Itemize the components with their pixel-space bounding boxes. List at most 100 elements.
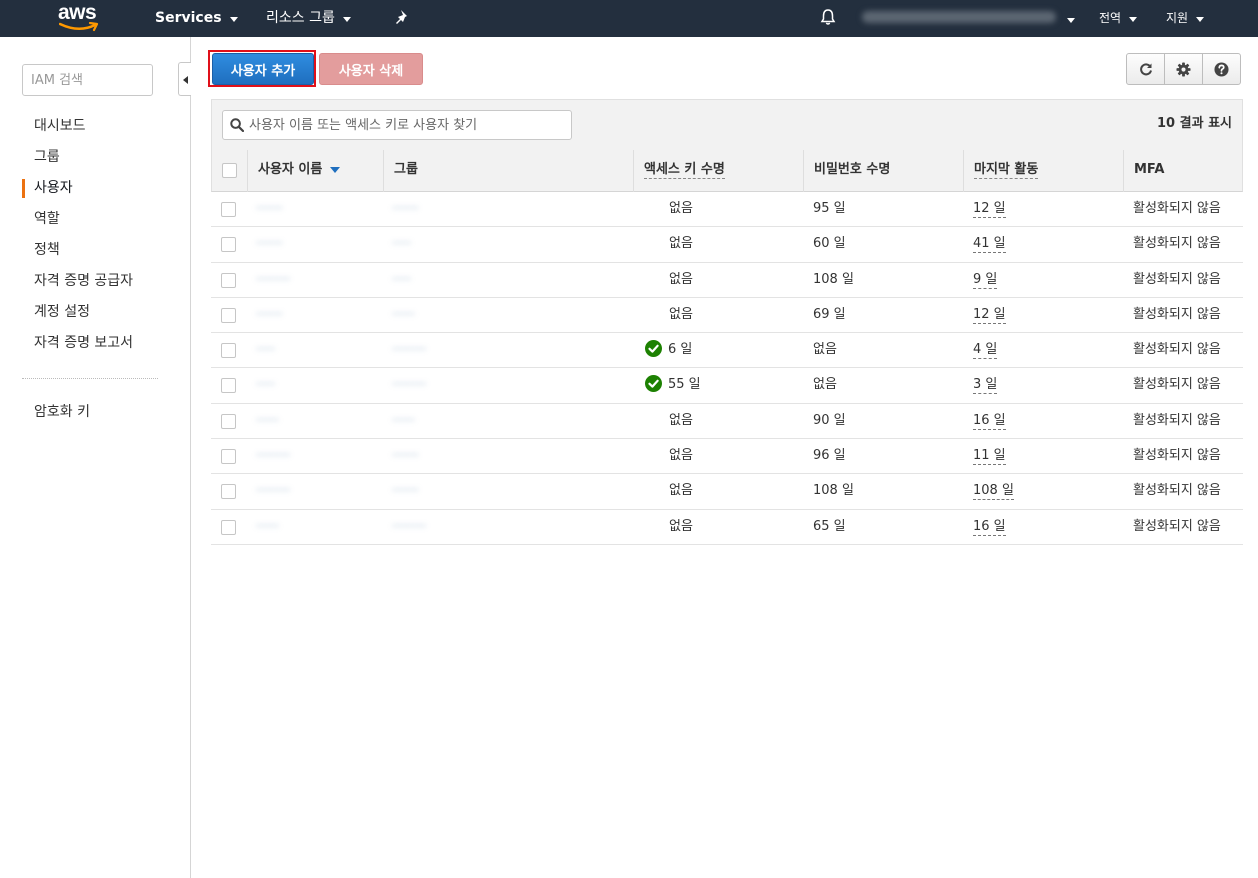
bell-icon[interactable] bbox=[819, 8, 837, 26]
user-search-field[interactable] bbox=[222, 110, 572, 140]
username-cell-redacted[interactable]: ····· bbox=[256, 333, 376, 368]
pin-icon[interactable] bbox=[395, 9, 411, 25]
check-circle-icon bbox=[645, 340, 662, 358]
password-age-cell: 없음 bbox=[813, 333, 953, 368]
table-row[interactable]: ······· ······· 없음 95 일 12 일 활성화되지 않음 bbox=[211, 192, 1243, 228]
check-circle-icon bbox=[645, 375, 662, 393]
delete-user-button[interactable]: 사용자 삭제 bbox=[319, 53, 423, 85]
select-all-checkbox[interactable] bbox=[222, 163, 237, 178]
sidebar-item-users[interactable]: 사용자 bbox=[22, 176, 182, 207]
user-search-input[interactable] bbox=[249, 114, 567, 136]
groups-cell-redacted: ········· bbox=[392, 377, 427, 392]
iam-search-input[interactable] bbox=[22, 64, 153, 96]
last-activity-cell[interactable]: 16 일 bbox=[973, 510, 1113, 545]
filter-bar: 10 결과 표시 bbox=[211, 99, 1243, 151]
sidebar-item-encryption-keys[interactable]: 암호화 키 bbox=[22, 400, 182, 431]
last-activity-cell[interactable]: 9 일 bbox=[973, 263, 1113, 298]
resource-groups-label: 리소스 그룹 bbox=[266, 10, 335, 26]
last-activity-value[interactable]: 9 일 bbox=[973, 272, 998, 289]
password-age-value: 65 일 bbox=[813, 518, 846, 534]
column-header-last-activity[interactable]: 마지막 활동 bbox=[963, 150, 1123, 192]
access-key-age-cell: 없음 bbox=[669, 474, 819, 509]
row-checkbox[interactable] bbox=[221, 237, 236, 253]
last-activity-value[interactable]: 12 일 bbox=[973, 201, 1006, 218]
username-cell-redacted[interactable]: ····· bbox=[256, 368, 376, 403]
username-cell-redacted[interactable]: ······ bbox=[256, 404, 376, 439]
services-menu[interactable]: Services bbox=[155, 0, 238, 37]
help-button[interactable] bbox=[1202, 53, 1241, 85]
table-row[interactable]: ········· ······· 없음 108 일 108 일 활성화되지 않음 bbox=[211, 474, 1243, 510]
region-menu[interactable]: 전역 bbox=[1099, 0, 1138, 37]
settings-button[interactable] bbox=[1164, 53, 1203, 85]
aws-logo[interactable]: aws bbox=[58, 1, 102, 32]
last-activity-value[interactable]: 41 일 bbox=[973, 236, 1006, 254]
last-activity-value[interactable]: 108 일 bbox=[973, 483, 1014, 501]
last-activity-cell[interactable]: 11 일 bbox=[973, 439, 1113, 474]
last-activity-value[interactable]: 11 일 bbox=[973, 448, 1006, 466]
row-checkbox[interactable] bbox=[221, 378, 236, 394]
column-header-access-key-age[interactable]: 액세스 키 수명 bbox=[633, 150, 803, 192]
column-header-password-age[interactable]: 비밀번호 수명 bbox=[803, 150, 963, 192]
table-row[interactable]: ······ ········· 없음 65 일 16 일 활성화되지 않음 bbox=[211, 510, 1243, 545]
sidebar-collapse-toggle[interactable] bbox=[178, 62, 191, 96]
last-activity-cell[interactable]: 12 일 bbox=[973, 298, 1113, 333]
sidebar-item-account-settings[interactable]: 계정 설정 bbox=[22, 300, 182, 331]
last-activity-value[interactable]: 3 일 bbox=[973, 377, 998, 395]
last-activity-value[interactable]: 16 일 bbox=[973, 519, 1006, 536]
sidebar-item-roles[interactable]: 역할 bbox=[22, 207, 182, 238]
username-cell-redacted[interactable]: ······ bbox=[256, 510, 376, 545]
sidebar-item-policies[interactable]: 정책 bbox=[22, 238, 182, 269]
username-cell-redacted[interactable]: ········· bbox=[256, 263, 376, 298]
table-row[interactable]: ······ ······ 없음 90 일 16 일 활성화되지 않음 bbox=[211, 404, 1243, 440]
password-age-value: 96 일 bbox=[813, 448, 846, 464]
access-key-age-cell: 없음 bbox=[669, 298, 819, 333]
username-cell-redacted[interactable]: ········· bbox=[256, 474, 376, 509]
last-activity-cell[interactable]: 3 일 bbox=[973, 368, 1113, 403]
sidebar-item-credential-report[interactable]: 자격 증명 보고서 bbox=[22, 331, 182, 362]
access-key-age-value: 없음 bbox=[669, 236, 693, 252]
last-activity-cell[interactable]: 16 일 bbox=[973, 404, 1113, 439]
column-header-mfa[interactable]: MFA bbox=[1123, 150, 1243, 192]
column-label: 그룹 bbox=[394, 162, 418, 177]
last-activity-cell[interactable]: 108 일 bbox=[973, 474, 1113, 509]
column-label: 사용자 이름 bbox=[258, 162, 323, 177]
row-checkbox[interactable] bbox=[221, 413, 236, 429]
last-activity-value[interactable]: 12 일 bbox=[973, 307, 1006, 324]
account-name-redacted[interactable] bbox=[862, 11, 1056, 23]
last-activity-value[interactable]: 4 일 bbox=[973, 342, 998, 360]
table-row[interactable]: ····· ········· 55 일 없음 3 일 활성화되지 않음 bbox=[211, 368, 1243, 404]
table-row[interactable]: ····· ········· 6 일 없음 4 일 활성화되지 않음 bbox=[211, 333, 1243, 369]
access-key-age-value: 55 일 bbox=[668, 377, 701, 393]
row-checkbox[interactable] bbox=[221, 484, 236, 500]
row-checkbox[interactable] bbox=[221, 449, 236, 465]
last-activity-value[interactable]: 16 일 bbox=[973, 413, 1006, 430]
table-row[interactable]: ······· ······ 없음 69 일 12 일 활성화되지 않음 bbox=[211, 298, 1243, 334]
access-key-age-value: 없음 bbox=[669, 483, 693, 499]
sidebar-item-dashboard[interactable]: 대시보드 bbox=[22, 114, 182, 145]
row-checkbox[interactable] bbox=[221, 202, 236, 217]
refresh-button[interactable] bbox=[1126, 53, 1165, 85]
username-cell-redacted[interactable]: ······· bbox=[256, 192, 376, 227]
username-cell-redacted[interactable]: ······· bbox=[256, 227, 376, 262]
column-header-groups[interactable]: 그룹 bbox=[383, 150, 633, 192]
row-checkbox[interactable] bbox=[221, 307, 236, 323]
row-checkbox[interactable] bbox=[221, 343, 236, 359]
groups-cell-redacted: ········· bbox=[392, 518, 427, 533]
last-activity-cell[interactable]: 12 일 bbox=[973, 192, 1113, 227]
table-row[interactable]: ········· ······· 없음 96 일 11 일 활성화되지 않음 bbox=[211, 439, 1243, 475]
table-row[interactable]: ······· ····· 없음 60 일 41 일 활성화되지 않음 bbox=[211, 227, 1243, 263]
chevron-down-icon[interactable] bbox=[1067, 18, 1075, 23]
sidebar-item-identity-providers[interactable]: 자격 증명 공급자 bbox=[22, 269, 182, 300]
support-menu[interactable]: 지원 bbox=[1166, 0, 1205, 37]
groups-cell-redacted: ········· bbox=[392, 342, 427, 357]
row-checkbox[interactable] bbox=[221, 272, 236, 288]
last-activity-cell[interactable]: 41 일 bbox=[973, 227, 1113, 262]
resource-groups-menu[interactable]: 리소스 그룹 bbox=[266, 0, 351, 37]
last-activity-cell[interactable]: 4 일 bbox=[973, 333, 1113, 368]
column-header-username[interactable]: 사용자 이름 bbox=[247, 150, 383, 192]
username-cell-redacted[interactable]: ······· bbox=[256, 298, 376, 333]
sidebar-item-groups[interactable]: 그룹 bbox=[22, 145, 182, 176]
row-checkbox[interactable] bbox=[221, 519, 236, 535]
username-cell-redacted[interactable]: ········· bbox=[256, 439, 376, 474]
table-row[interactable]: ········· ····· 없음 108 일9 일 활성화되지 않음 bbox=[211, 263, 1243, 298]
